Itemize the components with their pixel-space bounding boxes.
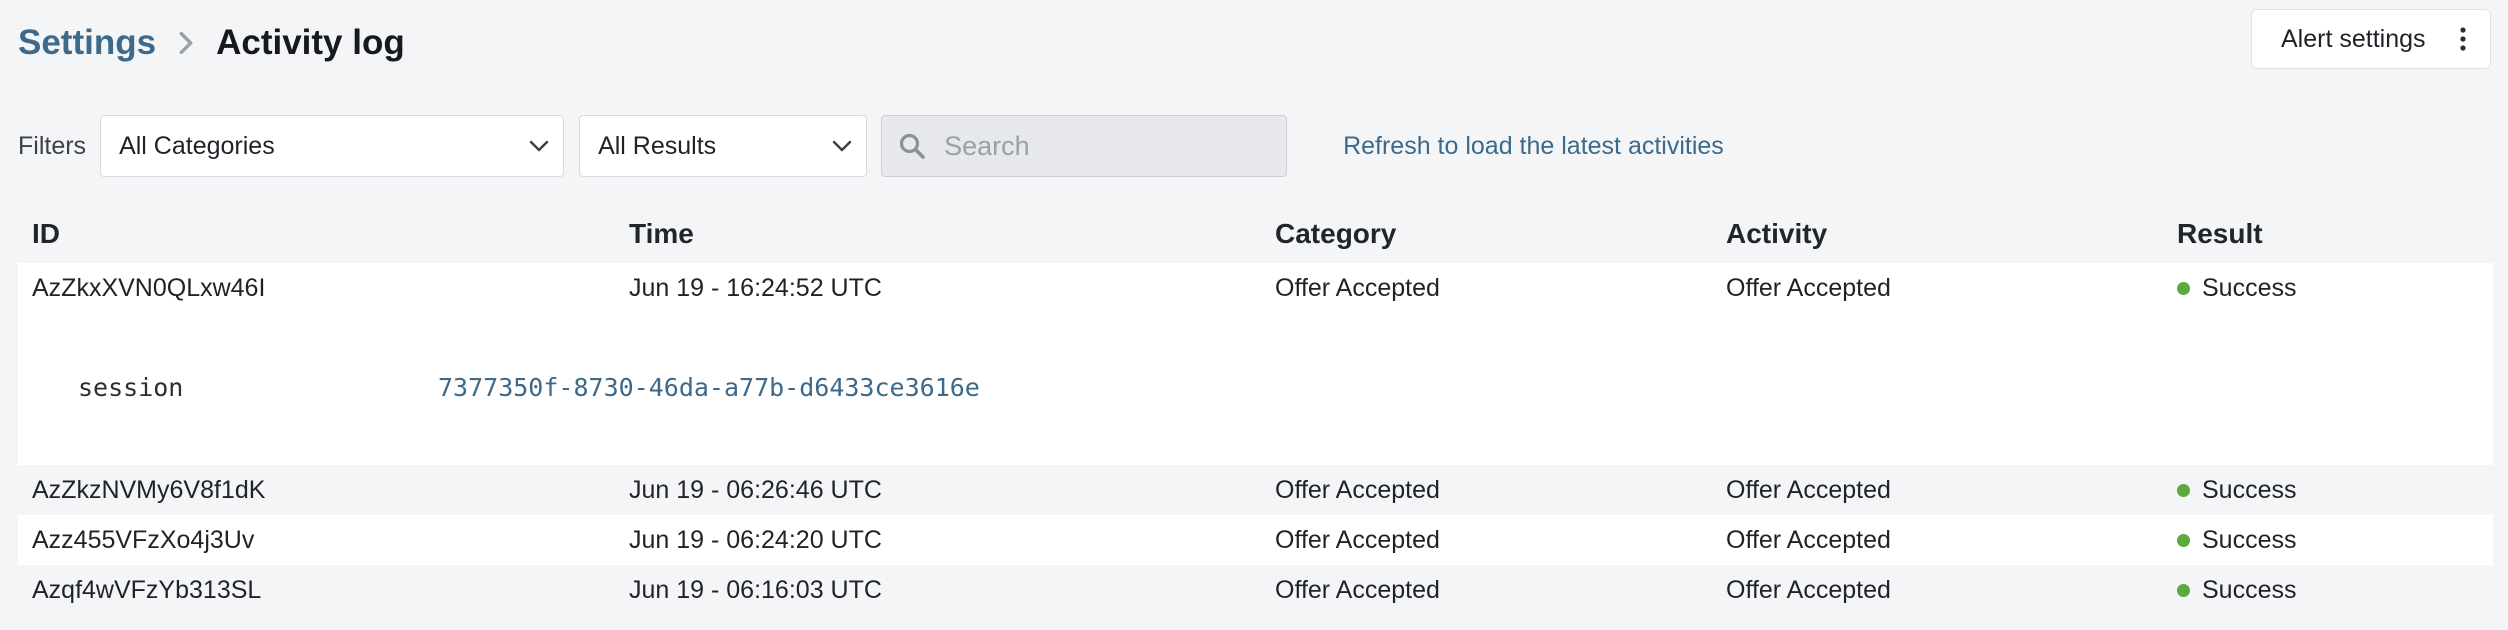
alert-settings-button[interactable]: Alert settings bbox=[2251, 9, 2491, 69]
row-time: Jun 19 - 06:16:03 UTC bbox=[629, 575, 882, 604]
row-id: Azz455VFzXo4j3Uv bbox=[32, 525, 255, 554]
success-status-dot-icon bbox=[2177, 533, 2190, 547]
row-time: Jun 19 - 06:26:46 UTC bbox=[629, 475, 882, 504]
row-result-label: Success bbox=[2202, 525, 2297, 554]
row-id: AzZkxXVN0QLxw46I bbox=[32, 273, 266, 302]
row-id: Azqf4wVFzYb313SL bbox=[32, 575, 262, 604]
column-header-time: Time bbox=[629, 218, 694, 249]
refresh-activities-link[interactable]: Refresh to load the latest activities bbox=[1343, 132, 1724, 161]
detail-key-session: session bbox=[78, 373, 184, 402]
success-status-dot-icon bbox=[2177, 483, 2190, 497]
chevron-down-icon bbox=[529, 140, 549, 152]
row-result: Success bbox=[2177, 274, 2296, 303]
success-status-dot-icon bbox=[2177, 281, 2190, 295]
row-activity: Offer Accepted bbox=[1726, 525, 1891, 554]
row-time: Jun 19 - 06:24:20 UTC bbox=[629, 525, 882, 554]
row-id: AzZkzNVMy6V8f1dK bbox=[32, 475, 266, 504]
activity-table: ID Time Category Activity Result AzZkxXV… bbox=[18, 205, 2493, 615]
column-header-category: Category bbox=[1275, 218, 1397, 249]
chevron-down-icon bbox=[832, 140, 852, 152]
table-row[interactable]: Azqf4wVFzYb313SL Jun 19 - 06:16:03 UTC O… bbox=[18, 565, 2493, 615]
search-icon bbox=[899, 133, 925, 159]
search-input[interactable] bbox=[944, 130, 1265, 162]
chevron-right-icon bbox=[156, 32, 216, 54]
row-category: Offer Accepted bbox=[1275, 475, 1440, 504]
result-select[interactable]: All Results bbox=[579, 115, 868, 177]
row-category: Offer Accepted bbox=[1275, 525, 1440, 554]
row-category: Offer Accepted bbox=[1275, 273, 1440, 302]
kebab-menu-icon[interactable] bbox=[2448, 24, 2478, 54]
activity-log-page: Settings Activity log Alert settings Fil… bbox=[0, 0, 2508, 630]
row-result: Success bbox=[2177, 476, 2296, 505]
column-header-id: ID bbox=[32, 218, 60, 249]
table-row[interactable]: AzZkxXVN0QLxw46I Jun 19 - 16:24:52 UTC O… bbox=[18, 263, 2493, 313]
category-select[interactable]: All Categories bbox=[100, 115, 565, 177]
row-result-label: Success bbox=[2202, 575, 2297, 604]
search-box[interactable] bbox=[881, 115, 1288, 177]
table-row[interactable]: Azz455VFzXo4j3Uv Jun 19 - 06:24:20 UTC O… bbox=[18, 515, 2493, 565]
row-activity: Offer Accepted bbox=[1726, 475, 1891, 504]
row-result: Success bbox=[2177, 576, 2296, 605]
filters-bar: Filters All Categories All Results Refre… bbox=[18, 115, 1724, 177]
row-expanded-detail: session 7377350f-8730-46da-a77b-d6433ce3… bbox=[18, 313, 2493, 465]
filters-label: Filters bbox=[18, 131, 87, 160]
alert-settings-label: Alert settings bbox=[2281, 24, 2426, 53]
row-category: Offer Accepted bbox=[1275, 575, 1440, 604]
page-title: Activity log bbox=[216, 23, 405, 62]
table-row[interactable]: AzZkzNVMy6V8f1dK Jun 19 - 06:26:46 UTC O… bbox=[18, 465, 2493, 515]
row-result: Success bbox=[2177, 526, 2296, 555]
row-time: Jun 19 - 16:24:52 UTC bbox=[629, 273, 882, 302]
row-result-label: Success bbox=[2202, 273, 2297, 302]
success-status-dot-icon bbox=[2177, 583, 2190, 597]
detail-session-link[interactable]: 7377350f-8730-46da-a77b-d6433ce3616e bbox=[438, 373, 980, 402]
table-header: ID Time Category Activity Result bbox=[18, 205, 2493, 263]
column-header-activity: Activity bbox=[1726, 218, 1828, 249]
row-activity: Offer Accepted bbox=[1726, 575, 1891, 604]
row-result-label: Success bbox=[2202, 475, 2297, 504]
breadcrumb: Settings Activity log bbox=[18, 18, 405, 68]
column-header-result: Result bbox=[2177, 218, 2263, 249]
category-select-value: All Categories bbox=[119, 131, 275, 160]
row-activity: Offer Accepted bbox=[1726, 273, 1891, 302]
breadcrumb-settings-link[interactable]: Settings bbox=[18, 23, 156, 63]
result-select-value: All Results bbox=[598, 131, 717, 160]
